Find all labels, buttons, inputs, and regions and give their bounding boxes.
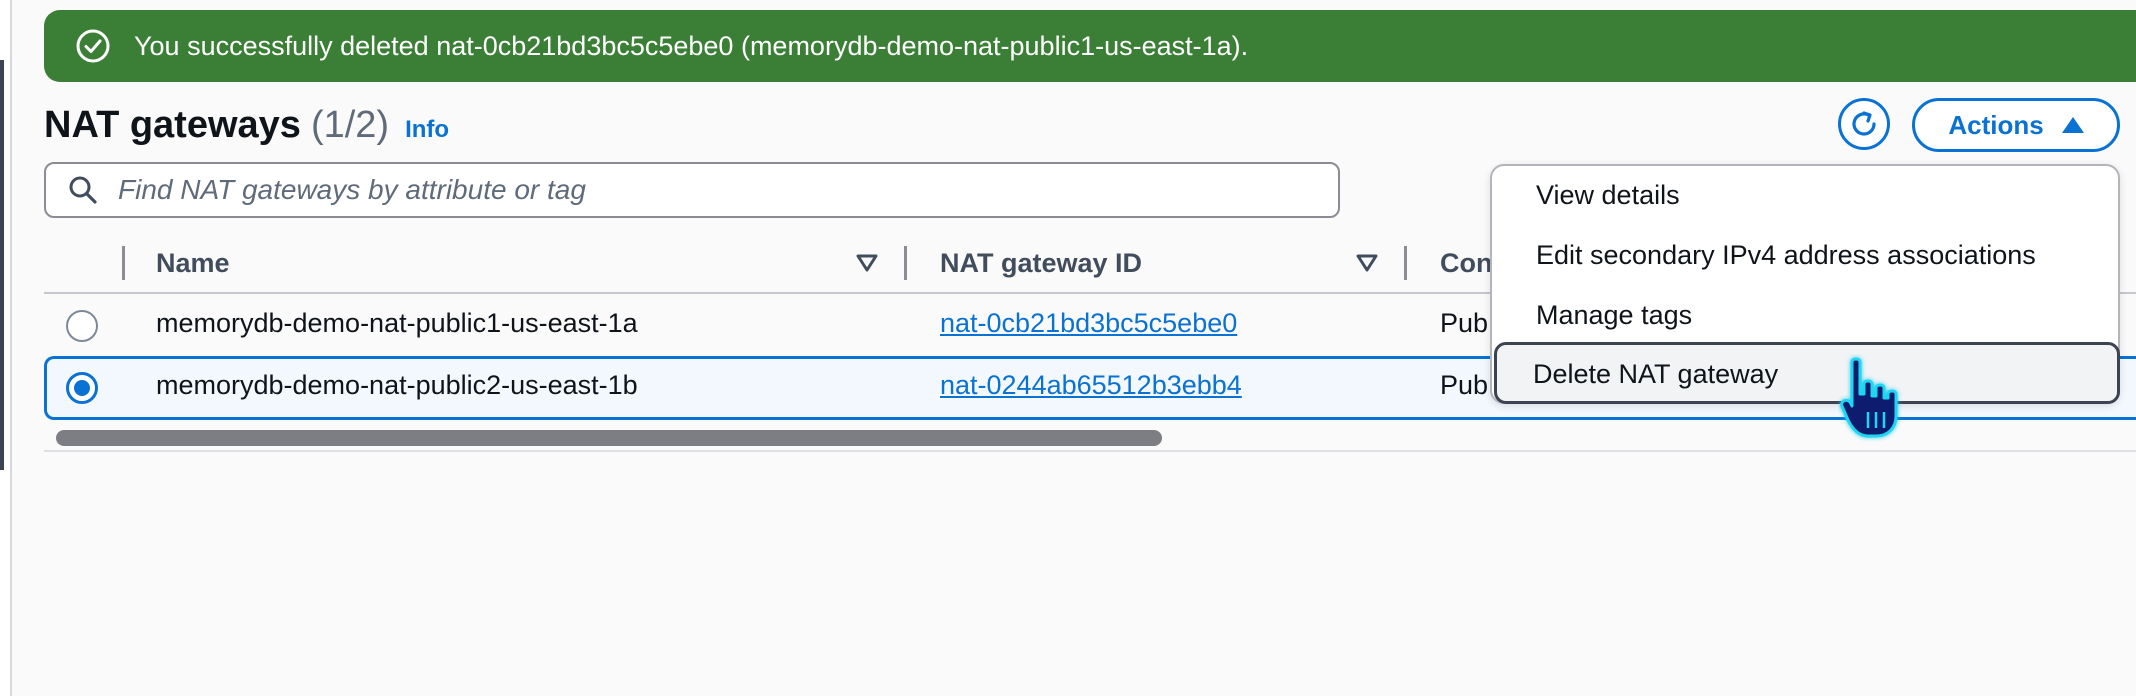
column-divider[interactable] <box>122 246 125 280</box>
success-flash-banner: You successfully deleted nat-0cb21bd3bc5… <box>44 10 2136 82</box>
menu-item-delete-nat-gateway[interactable]: Delete NAT gateway <box>1494 342 2120 404</box>
refresh-icon <box>1847 107 1881 141</box>
row-radio-selected[interactable] <box>66 372 98 404</box>
selection-count: (1/2) <box>310 104 390 146</box>
column-divider[interactable] <box>904 246 907 280</box>
sort-down-icon[interactable] <box>856 254 878 272</box>
menu-item-manage-tags[interactable]: Manage tags <box>1536 300 1692 331</box>
hand-pointer-cursor-icon <box>1838 354 1916 442</box>
column-header-connectivity[interactable]: Con <box>1440 248 1492 279</box>
actions-button-label: Actions <box>1948 109 2044 140</box>
cell-connectivity: Pub <box>1440 308 1489 338</box>
table-header: NAT gateways (1/2) Info <box>44 104 449 147</box>
page-title: NAT gateways <box>44 104 301 146</box>
row-radio[interactable] <box>66 310 98 342</box>
actions-button[interactable]: Actions <box>1912 98 2120 152</box>
refresh-button[interactable] <box>1838 98 1890 150</box>
search-field[interactable] <box>44 162 1340 218</box>
check-circle-icon <box>74 27 112 65</box>
table-bottom-divider <box>44 450 2136 452</box>
menu-item-edit-secondary-ipv4[interactable]: Edit secondary IPv4 address associations <box>1536 240 2036 271</box>
caret-up-icon <box>2061 117 2084 133</box>
cell-nat-gateway-id-link[interactable]: nat-0cb21bd3bc5c5ebe0 <box>940 308 1237 339</box>
cell-name: memorydb-demo-nat-public2-us-east-1b <box>156 370 638 400</box>
info-link[interactable]: Info <box>405 116 449 144</box>
menu-item-view-details[interactable]: View details <box>1536 180 1680 211</box>
search-input[interactable] <box>116 173 1300 207</box>
flash-message: You successfully deleted nat-0cb21bd3bc5… <box>134 30 1249 61</box>
radio-selected-dot <box>74 380 90 396</box>
search-icon <box>68 175 98 205</box>
cell-name: memorydb-demo-nat-public1-us-east-1a <box>156 308 638 338</box>
horizontal-scrollbar[interactable] <box>56 430 1162 446</box>
cell-connectivity: Pub <box>1440 370 1489 400</box>
column-header-nat-gateway-id[interactable]: NAT gateway ID <box>940 248 1142 279</box>
column-divider[interactable] <box>1404 246 1407 280</box>
menu-item-delete-label: Delete NAT gateway <box>1533 359 1779 389</box>
left-panel-resize-handle[interactable] <box>0 60 4 470</box>
sort-down-icon[interactable] <box>1356 254 1378 272</box>
actions-dropdown-menu: View details Edit secondary IPv4 address… <box>1490 164 2120 404</box>
cell-nat-gateway-id-link[interactable]: nat-0244ab65512b3ebb4 <box>940 370 1242 401</box>
column-header-name[interactable]: Name <box>156 248 230 279</box>
